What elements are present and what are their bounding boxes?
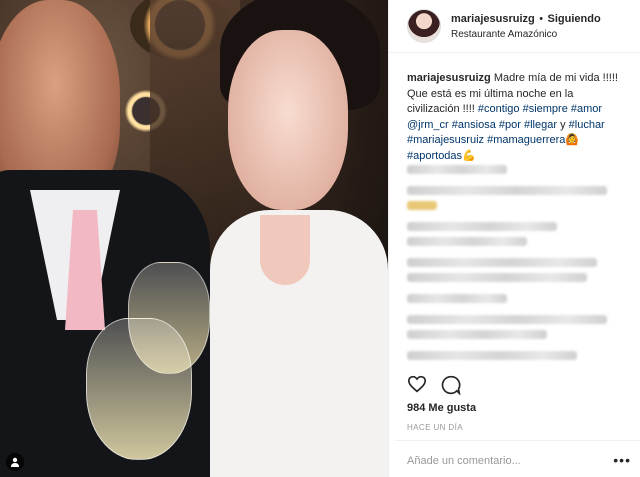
- heart-icon[interactable]: [407, 375, 427, 400]
- hashtag-link[interactable]: #contigo: [478, 103, 520, 115]
- blurred-comment: [407, 222, 557, 231]
- post-sidebar: mariajesusruizg • Siguiendo Restaurante …: [388, 0, 640, 477]
- hashtag-link[interactable]: #luchar: [569, 119, 605, 131]
- instagram-post: mariajesusruizg • Siguiendo Restaurante …: [0, 0, 640, 477]
- blurred-comment: [407, 273, 587, 282]
- blurred-comment: [407, 330, 547, 339]
- blurred-comment: [407, 165, 507, 174]
- blurred-comment: [407, 294, 507, 303]
- blurred-comment: [407, 351, 577, 360]
- separator-dot: •: [539, 12, 544, 25]
- hashtag-link[interactable]: #mamaguerrera: [487, 134, 565, 146]
- likes-count[interactable]: 984 Me gusta: [407, 402, 476, 414]
- hashtag-link[interactable]: #llegar: [524, 119, 557, 131]
- caption-username[interactable]: mariajesusruizg: [407, 72, 491, 84]
- hashtag-link[interactable]: #amor: [571, 103, 602, 115]
- avatar[interactable]: [407, 9, 441, 43]
- blurred-comment: [407, 315, 607, 324]
- timestamp: HACE UN DÍA: [407, 423, 463, 432]
- following-button[interactable]: Siguiendo: [548, 13, 601, 25]
- hashtag-link[interactable]: #por: [499, 119, 521, 131]
- emoji: 💪: [462, 149, 476, 162]
- location-link[interactable]: Restaurante Amazónico: [451, 27, 601, 43]
- emoji: 🙆: [565, 134, 580, 146]
- header-text: mariajesusruizg • Siguiendo Restaurante …: [451, 10, 601, 43]
- mention-link[interactable]: @jrm_cr: [407, 119, 449, 131]
- more-options-button[interactable]: •••: [613, 452, 631, 468]
- blurred-comment: [407, 201, 437, 210]
- blurred-comment: [407, 237, 527, 246]
- post-photo[interactable]: [0, 0, 388, 477]
- hashtag-link[interactable]: #ansiosa: [452, 119, 496, 131]
- wine-glass: [86, 318, 192, 460]
- hashtag-link[interactable]: #mariajesusruiz: [407, 134, 484, 146]
- header-username[interactable]: mariajesusruizg: [451, 13, 535, 25]
- user-tag-icon[interactable]: [6, 453, 24, 471]
- caption-word: y: [557, 118, 569, 131]
- blurred-comments: [389, 165, 640, 360]
- blurred-comment: [407, 258, 597, 267]
- action-bar: [407, 375, 461, 400]
- divider: [395, 440, 640, 441]
- person-woman: [200, 0, 388, 477]
- hashtag-link[interactable]: #aportodas: [407, 150, 462, 162]
- hashtag-link[interactable]: #siempre: [523, 103, 568, 115]
- post-header: mariajesusruizg • Siguiendo Restaurante …: [389, 0, 640, 53]
- blurred-comment: [407, 186, 607, 195]
- comment-icon[interactable]: [441, 375, 461, 400]
- caption: mariajesusruizg Madre mía de mi vida !!!…: [389, 53, 640, 164]
- comment-input[interactable]: Añade un comentario...: [407, 455, 521, 467]
